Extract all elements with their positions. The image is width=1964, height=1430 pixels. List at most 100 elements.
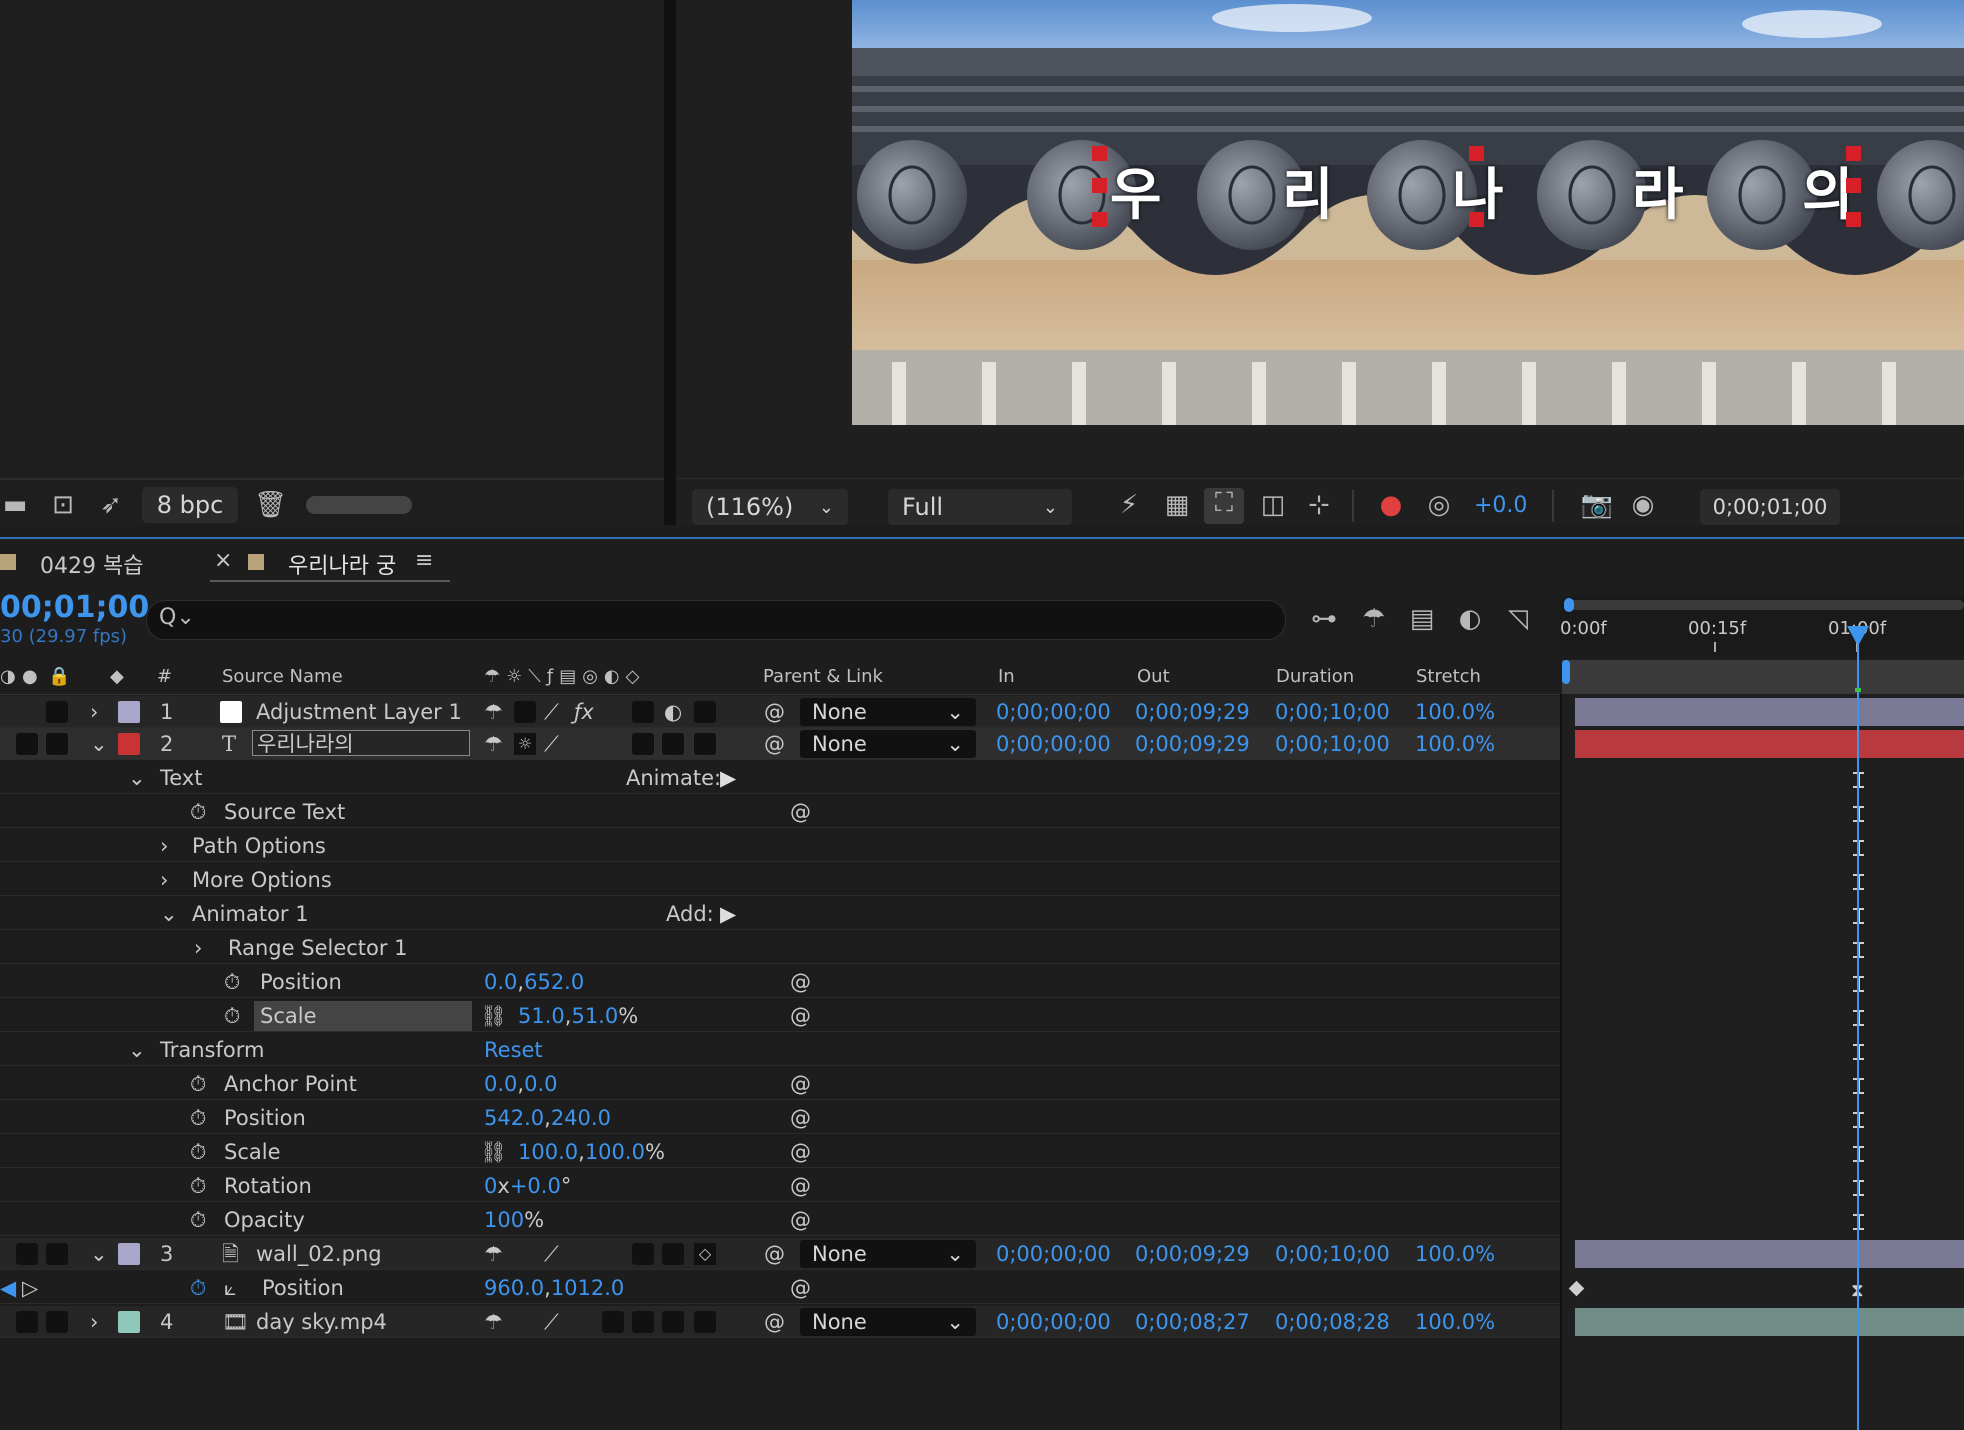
stopwatch-icon[interactable]: ⏱ xyxy=(190,1204,206,1236)
keyframe-nav-icon[interactable]: ▷ xyxy=(22,1272,38,1304)
prop-value[interactable]: 0.0,0.0 xyxy=(484,1068,558,1100)
collapse-switch-icon[interactable]: ☼ xyxy=(514,733,536,755)
stretch-value[interactable]: 100.0% xyxy=(1415,1306,1495,1338)
value-x[interactable]: 960.0 xyxy=(484,1276,544,1300)
switches-header-icons[interactable]: ☂☼⟍ƒ▤◎◐◇ xyxy=(484,660,645,694)
label-tag-icon[interactable]: ◆ xyxy=(110,660,124,694)
out-value[interactable]: 0;00;08;27 xyxy=(1135,1306,1250,1338)
in-value[interactable]: 0;00;00;00 xyxy=(996,1306,1111,1338)
zoom-dropdown[interactable]: (116%) ⌄ xyxy=(692,489,848,525)
shy-switch-icon[interactable]: ☂ xyxy=(484,1238,503,1270)
label-color[interactable] xyxy=(118,1243,140,1265)
reset-link[interactable]: Reset xyxy=(484,1034,543,1066)
time-ruler[interactable]: 0:00f 00:15f 01:00f xyxy=(1560,596,1964,656)
quality-icon[interactable]: ⟋ xyxy=(544,696,559,728)
pickwhip-icon[interactable]: @ xyxy=(764,728,785,760)
animate-label[interactable]: Animate: xyxy=(626,762,721,794)
stretch-value[interactable]: 100.0% xyxy=(1415,696,1495,728)
render-queue-icon[interactable]: ➶ xyxy=(94,490,128,520)
in-header[interactable]: In xyxy=(998,660,1015,694)
audio-switch[interactable] xyxy=(46,1311,68,1333)
exposure-reset-icon[interactable]: ◎ xyxy=(1422,490,1456,520)
camera-snapshot-icon[interactable]: 📷 xyxy=(1580,490,1614,520)
stopwatch-icon[interactable]: ⏱ xyxy=(190,796,206,828)
chevron-down-icon[interactable]: ⌄ xyxy=(128,762,146,794)
composition-icon[interactable]: ⊡ xyxy=(46,490,80,520)
value-y[interactable]: 100.0 xyxy=(585,1140,645,1164)
prop-path-options[interactable]: › Path Options xyxy=(0,830,1560,862)
current-time-display[interactable]: 00;01;00 xyxy=(0,590,149,625)
text-bound-handle[interactable] xyxy=(1846,146,1861,161)
prop-wall-position[interactable]: ◀ ▷ ⏱ ⟀ Position 960.0,1012.0 @ xyxy=(0,1272,1560,1304)
layer-bar-2[interactable] xyxy=(1575,730,1964,758)
work-area-bar[interactable] xyxy=(1566,600,1964,610)
chevron-right-icon[interactable]: › xyxy=(160,864,168,896)
expression-pickwhip-icon[interactable]: @ xyxy=(790,1272,811,1304)
bpc-button[interactable]: 8 bpc xyxy=(142,487,238,523)
video-switch[interactable] xyxy=(16,733,38,755)
value-x[interactable]: 0.0 xyxy=(484,970,517,994)
adjustment-switch[interactable] xyxy=(662,1243,684,1265)
exposure-value[interactable]: +0.0 xyxy=(1474,493,1527,518)
region-of-interest-icon[interactable]: ◫ xyxy=(1256,490,1290,520)
layer-row-3[interactable]: ⌄ 3 🗎 wall_02.png ☂ ⟋ ◇ @ None ⌄ 0;00;00;… xyxy=(0,1238,1560,1270)
layer-bar-1[interactable] xyxy=(1575,698,1964,726)
quality-icon[interactable]: ⟋ xyxy=(544,728,559,760)
stopwatch-active-icon[interactable]: ⏱ xyxy=(190,1272,206,1304)
value-x[interactable]: 0.0 xyxy=(484,1072,517,1096)
expression-pickwhip-icon[interactable]: @ xyxy=(790,966,811,998)
adjustment-switch[interactable] xyxy=(662,733,684,755)
playhead-line[interactable] xyxy=(1857,640,1859,1430)
adjustment-switch[interactable] xyxy=(662,1311,684,1333)
3d-cube-icon[interactable]: ◇ xyxy=(694,1243,716,1265)
layer-bar-4[interactable] xyxy=(1575,1308,1964,1336)
expression-pickwhip-icon[interactable]: @ xyxy=(790,1068,811,1100)
motion-blur-switch[interactable] xyxy=(632,701,654,723)
chevron-down-icon[interactable]: ⌄ xyxy=(160,898,178,930)
label-color[interactable] xyxy=(118,701,140,723)
stopwatch-icon[interactable]: ⏱ xyxy=(190,1068,206,1100)
parent-dropdown[interactable]: None ⌄ xyxy=(800,698,976,726)
viewer-timecode[interactable]: 0;00;01;00 xyxy=(1700,489,1840,525)
in-value[interactable]: 0;00;00;00 xyxy=(996,1238,1111,1270)
in-value[interactable]: 0;00;00;00 xyxy=(996,696,1111,728)
expression-pickwhip-icon[interactable]: @ xyxy=(790,1170,811,1202)
prop-opacity[interactable]: ⏱ Opacity 100% @ xyxy=(0,1204,1560,1236)
parent-link-header[interactable]: Parent & Link xyxy=(763,660,883,694)
shy-switch-icon[interactable]: ☂ xyxy=(484,1306,503,1338)
add-menu-icon[interactable]: ▶ xyxy=(720,898,736,930)
motion-blur-switch[interactable] xyxy=(632,1243,654,1265)
animate-menu-icon[interactable]: ▶ xyxy=(720,762,736,794)
layer-row-4[interactable]: › 4 🎞 day sky.mp4 ☂ ⟋ @ None ⌄ 0;00;00;00… xyxy=(0,1306,1560,1338)
prop-position[interactable]: ⏱ Position 542.0,240.0 @ xyxy=(0,1102,1560,1134)
stopwatch-icon[interactable]: ⏱ xyxy=(190,1102,206,1134)
chevron-down-icon[interactable]: ⌄ xyxy=(90,1238,108,1270)
adjustment-switch-icon[interactable]: ◐ xyxy=(664,696,682,728)
prop-animator-1[interactable]: ⌄ Animator 1 Add: ▶ xyxy=(0,898,1560,930)
text-bound-handle[interactable] xyxy=(1092,178,1107,193)
layer-row-1[interactable]: › 1 Adjustment Layer 1 ☂ ⟋ ƒx ◐ @ None ⌄ … xyxy=(0,696,1560,728)
audio-switch[interactable] xyxy=(46,701,68,723)
duration-value[interactable]: 0;00;10;00 xyxy=(1275,696,1390,728)
text-bound-handle[interactable] xyxy=(1469,212,1484,227)
stopwatch-icon[interactable]: ⏱ xyxy=(224,966,240,998)
work-area-start-handle[interactable] xyxy=(1564,598,1574,612)
quality-switch[interactable] xyxy=(514,701,536,723)
expression-pickwhip-icon[interactable]: @ xyxy=(790,1000,811,1032)
quality-icon[interactable]: ⟋ xyxy=(544,1306,559,1338)
transparency-grid-icon[interactable]: ▦ xyxy=(1160,490,1194,520)
shy-switch-icon[interactable]: ☂ xyxy=(484,696,503,728)
solo-icon[interactable]: ● xyxy=(22,660,38,694)
value-y[interactable]: 240.0 xyxy=(551,1106,611,1130)
composition-mini-flowchart-icon[interactable]: ⊶ xyxy=(1306,604,1342,634)
lock-icon[interactable]: 🔒 xyxy=(48,660,70,694)
draft-3d-icon[interactable]: ☂ xyxy=(1356,604,1392,634)
duration-value[interactable]: 0;00;08;28 xyxy=(1275,1306,1390,1338)
stretch-value[interactable]: 100.0% xyxy=(1415,728,1495,760)
pickwhip-icon[interactable]: @ xyxy=(764,1306,785,1338)
prop-source-text[interactable]: ⏱ Source Text @ xyxy=(0,796,1560,828)
3d-switch[interactable] xyxy=(694,1311,716,1333)
label-color[interactable] xyxy=(118,733,140,755)
value-y[interactable]: 1012.0 xyxy=(551,1276,624,1300)
value-x[interactable]: 51.0 xyxy=(518,1004,565,1028)
